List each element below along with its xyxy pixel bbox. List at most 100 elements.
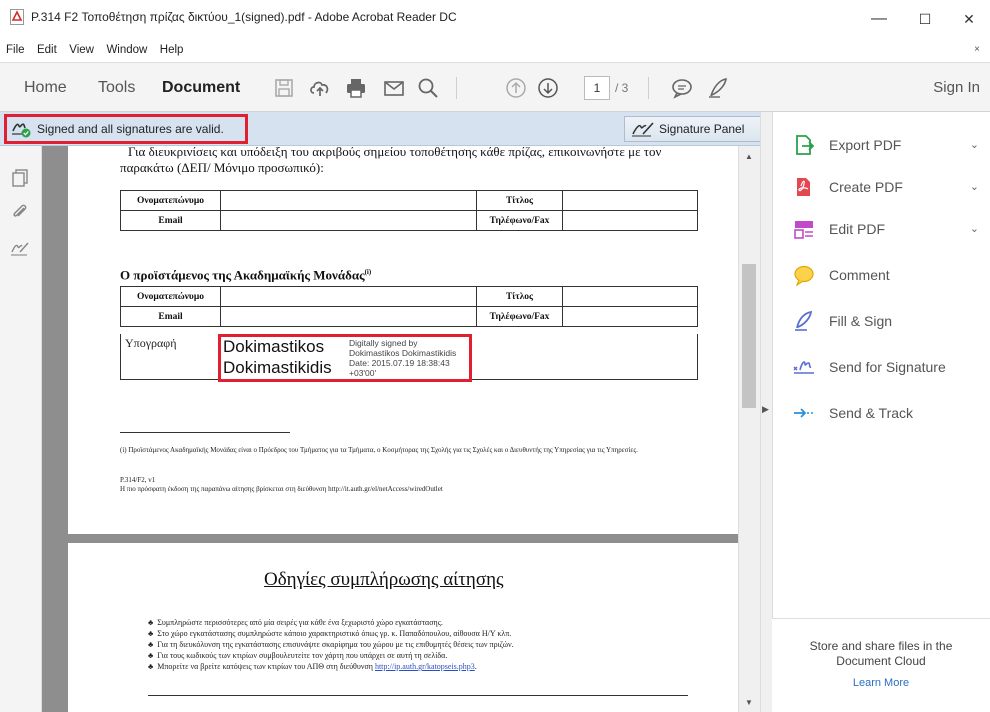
signature-panel-label: Signature Panel	[659, 122, 745, 136]
section-heading-text: Ο προϊστάμενος της Ακαδημαϊκής Μονάδας	[120, 267, 365, 283]
window-title: P.314 F2 Τοποθέτηση πρίζας δικτύου_1(sig…	[31, 10, 457, 24]
create-pdf-icon	[797, 178, 810, 196]
list-item-text: Μπορείτε να βρείτε κατόψεις των κτιρίων …	[157, 662, 373, 671]
instructions-title: Οδηγίες συμπλήρωσης αίτησης	[264, 569, 504, 590]
tool-fill-sign[interactable]: Fill & Sign	[793, 306, 983, 336]
page-total: / 3	[615, 81, 629, 95]
comment-toolbar-icon[interactable]	[670, 76, 694, 100]
signature-info-line: +03'00'	[349, 368, 377, 378]
table-cell	[220, 286, 477, 307]
title-bar: P.314 F2 Τοποθέτηση πρίζας δικτύου_1(sig…	[0, 0, 990, 40]
save-icon[interactable]	[272, 76, 296, 100]
signature-name-line-1: Dokimastikos	[223, 337, 325, 356]
signature-info-line: Dokimastikos Dokimastikidis	[349, 348, 457, 358]
comment-icon	[794, 265, 814, 286]
edit-pdf-icon	[794, 221, 813, 239]
tool-comment[interactable]: Comment	[793, 260, 983, 290]
table-row: Ονοματεπώνυμο Τίτλος	[120, 286, 698, 307]
footnote-divider	[120, 432, 290, 433]
scroll-down-icon[interactable]: ▼	[745, 698, 753, 707]
vertical-scrollbar[interactable]: ▲ ▼	[738, 146, 760, 712]
attachments-icon[interactable]	[10, 202, 30, 222]
table-cell: Τίτλος	[476, 286, 563, 307]
tool-export-pdf[interactable]: Export PDF ⌄	[793, 130, 983, 160]
chevron-down-icon[interactable]: ⌄	[970, 222, 979, 235]
list-item-text: Για τους κωδικούς των κτιρίων συμβουλευτ…	[157, 651, 448, 660]
table-cell	[220, 306, 477, 327]
menu-help[interactable]: Help	[160, 44, 184, 56]
intro-text-line-2: παρακάτω (ΔΕΠ/ Μόνιμο προσωπικό):	[120, 160, 324, 175]
menu-edit[interactable]: Edit	[37, 44, 57, 56]
tool-label: Edit PDF	[829, 221, 886, 237]
tool-send-track[interactable]: Send & Track	[793, 398, 983, 428]
menu-view[interactable]: View	[69, 44, 94, 56]
list-item: ♣ Για τους κωδικούς των κτιρίων συμβουλε…	[148, 651, 448, 660]
print-icon[interactable]	[344, 76, 368, 100]
next-page-icon[interactable]	[536, 76, 560, 100]
table-cell: Ονοματεπώνυμο	[120, 190, 221, 211]
table-cell: Τηλέφωνο/Fax	[476, 306, 563, 327]
collapse-right-pane-icon[interactable]: ▶	[762, 404, 769, 415]
table-cell: Email	[120, 210, 221, 231]
learn-more-link[interactable]: Learn More	[772, 677, 990, 689]
table-cell: Τηλέφωνο/Fax	[476, 210, 563, 231]
list-item-text: Στο χώρο εγκατάστασης συμπληρώστε κάποιο…	[157, 629, 512, 638]
sign-in-link[interactable]: Sign In	[933, 79, 980, 96]
table-row: Email Τηλέφωνο/Fax	[120, 306, 698, 327]
tab-home[interactable]: Home	[24, 79, 67, 97]
list-item-text: Συμπληρώστε περισσότερες από μία σειρές …	[157, 618, 443, 627]
tab-tools[interactable]: Tools	[98, 79, 135, 97]
search-icon[interactable]	[416, 76, 440, 100]
minimize-button[interactable]: —	[856, 6, 902, 32]
tool-create-pdf[interactable]: Create PDF ⌄	[793, 172, 983, 202]
send-track-icon	[794, 408, 813, 418]
digital-signature-field[interactable]: Dokimastikos Dokimastikidis Digitally si…	[218, 334, 472, 382]
left-navigation-rail: ◀	[0, 146, 69, 712]
signature-bar: Signed and all signatures are valid. Sig…	[0, 112, 770, 146]
previous-page-icon[interactable]	[504, 76, 528, 100]
menu-file[interactable]: File	[6, 44, 25, 56]
section-heading: Ο προϊστάμενος της Ακαδημαϊκής Μονάδας(i…	[120, 264, 371, 283]
close-button[interactable]: ✕	[946, 6, 990, 32]
close-document-button[interactable]: ×	[974, 44, 980, 55]
section-heading-footnote-mark: (i)	[364, 268, 372, 276]
table-row: Ονοματεπώνυμο Τίτλος	[120, 190, 698, 211]
signature-panel-button[interactable]: Signature Panel	[624, 116, 762, 142]
toolbar-separator	[648, 77, 649, 99]
maximize-button[interactable]: ☐	[902, 6, 948, 32]
signatures-rail-icon[interactable]	[10, 238, 30, 258]
fill-sign-toolbar-icon[interactable]	[706, 76, 730, 100]
signature-info-line: Date: 2015.07.19 18:38:43	[349, 358, 450, 368]
email-icon[interactable]	[382, 76, 406, 100]
scrollbar-thumb[interactable]	[742, 264, 756, 408]
table-cell: Email	[120, 306, 221, 327]
chevron-down-icon[interactable]: ⌄	[970, 138, 979, 151]
table-cell: Ονοματεπώνυμο	[120, 286, 221, 307]
signature-info-line: Digitally signed by	[349, 338, 418, 348]
list-item: ♣ Στο χώρο εγκατάστασης συμπληρώστε κάπο…	[148, 629, 512, 638]
head-table: Ονοματεπώνυμο Τίτλος Email Τηλέφωνο/Fax	[120, 286, 698, 327]
form-code: P.314/F2, v1	[120, 476, 156, 484]
tab-document[interactable]: Document	[162, 79, 240, 97]
chevron-down-icon[interactable]: ⌄	[970, 180, 979, 193]
tool-send-for-signature[interactable]: Send for Signature	[793, 352, 983, 382]
signature-valid-icon	[12, 123, 31, 138]
send-signature-icon	[793, 361, 814, 374]
table-cell: Τίτλος	[476, 190, 563, 211]
table-cell	[562, 286, 698, 307]
katopseis-link[interactable]: http://ip.auth.gr/katopseis.php3	[375, 662, 475, 671]
toolbar: Home Tools Document / 3	[0, 62, 990, 112]
document-cloud-promo: Store and share files in the Document Cl…	[772, 618, 990, 712]
page-thumbnails-icon[interactable]	[10, 168, 30, 188]
tool-edit-pdf[interactable]: Edit PDF ⌄	[793, 214, 983, 244]
acrobat-document-icon	[10, 9, 24, 25]
page-number-input[interactable]	[584, 76, 610, 100]
menu-window[interactable]: Window	[106, 44, 147, 56]
table-cell	[220, 210, 477, 231]
export-pdf-icon	[796, 135, 815, 155]
list-item-text: .	[474, 662, 477, 671]
list-item-text: Για τη διευκόλυνση της εγκατάστασης επισ…	[157, 640, 514, 649]
table-cell	[562, 190, 698, 211]
scroll-up-icon[interactable]: ▲	[745, 152, 753, 161]
cloud-upload-icon[interactable]	[308, 76, 332, 100]
